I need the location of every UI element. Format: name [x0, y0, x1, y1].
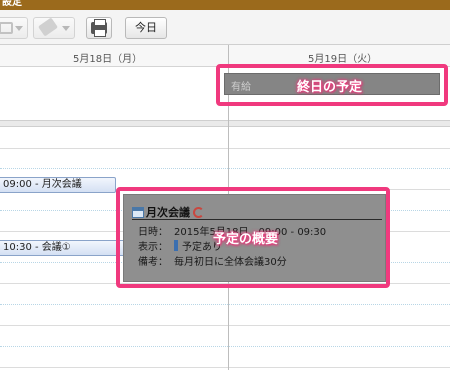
callout-summary: 予定の概要	[213, 232, 279, 247]
window-titlebar: 設定	[0, 0, 450, 10]
grid-line	[0, 367, 450, 368]
grid-line	[0, 346, 450, 347]
grid-line	[0, 304, 450, 305]
grid-line	[0, 325, 450, 326]
event-meeting-1[interactable]: 10:30 - 会議①	[0, 240, 126, 256]
today-button[interactable]: 今日	[125, 17, 167, 39]
day-header-tue[interactable]: 5月19日（火）	[308, 50, 377, 65]
print-button[interactable]	[86, 17, 112, 39]
day-header-mon[interactable]: 5月18日（月）	[73, 50, 142, 65]
chevron-down-icon	[62, 26, 70, 31]
all-day-separator	[0, 120, 450, 127]
chevron-down-icon	[15, 26, 23, 31]
tag-icon	[38, 17, 58, 37]
event-monthly-meeting[interactable]: 09:00 - 月次会議	[0, 177, 116, 193]
workflow-icon	[0, 22, 13, 34]
grid-line	[0, 148, 450, 149]
grid-line	[0, 168, 450, 169]
tag-button[interactable]	[33, 17, 75, 39]
toolbar: 今日	[0, 10, 450, 45]
callout-allday: 終日の予定	[297, 80, 363, 95]
window-title: 設定	[2, 0, 22, 8]
workflow-button[interactable]	[0, 17, 28, 39]
printer-icon	[91, 19, 107, 37]
